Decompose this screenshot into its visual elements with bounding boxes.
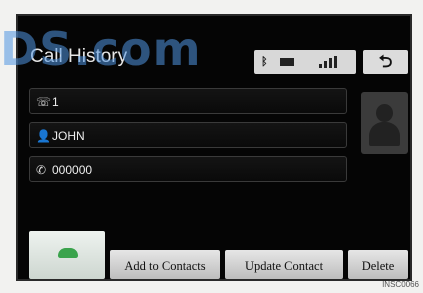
back-arrow-icon: ⮌ — [378, 52, 393, 71]
avatar-body — [369, 122, 400, 146]
phone-handset-icon — [58, 248, 78, 258]
phone-icon: ✆ — [36, 163, 47, 177]
delete-button[interactable]: Delete — [348, 250, 408, 279]
name-field[interactable]: 👤 JOHN — [29, 122, 347, 148]
name-value: JOHN — [52, 129, 85, 143]
status-bar: ᛒ — [254, 50, 356, 74]
battery-icon — [280, 58, 294, 66]
phone-field[interactable]: ✆ 000000 — [29, 156, 347, 182]
person-icon: 👤 — [36, 129, 51, 143]
figure-code: INSC0066 — [382, 280, 419, 289]
back-button[interactable]: ⮌ — [363, 50, 408, 74]
update-contact-button[interactable]: Update Contact — [225, 250, 343, 279]
add-to-contacts-button[interactable]: Add to Contacts — [110, 250, 220, 279]
avatar-head — [376, 104, 393, 122]
call-button[interactable] — [29, 231, 105, 279]
number-field[interactable]: ☏ 1 — [29, 88, 347, 114]
page-title: Call History — [30, 46, 128, 67]
bluetooth-icon: ᛒ — [261, 56, 268, 68]
number-value: 1 — [52, 95, 59, 109]
signal-icon — [319, 56, 341, 68]
phone-value: 000000 — [52, 163, 93, 177]
display-screen: Call History ᛒ ⮌ ☏ 1 👤 JOHN ✆ 000000 Add… — [16, 14, 412, 281]
phone-number-icon: ☏ — [36, 95, 52, 109]
contact-photo — [361, 92, 408, 154]
